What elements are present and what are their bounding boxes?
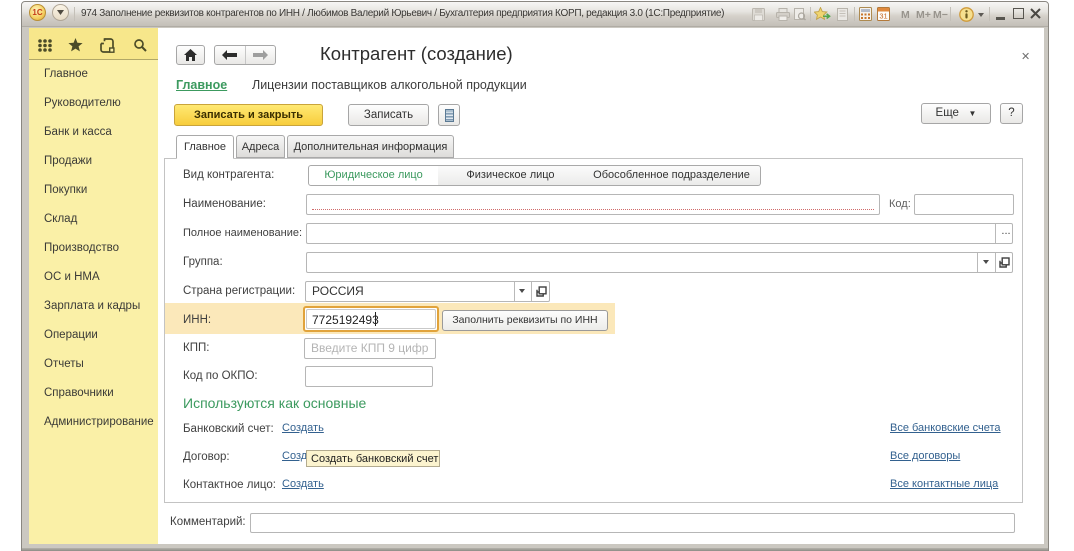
svg-text:31: 31 — [879, 12, 887, 21]
